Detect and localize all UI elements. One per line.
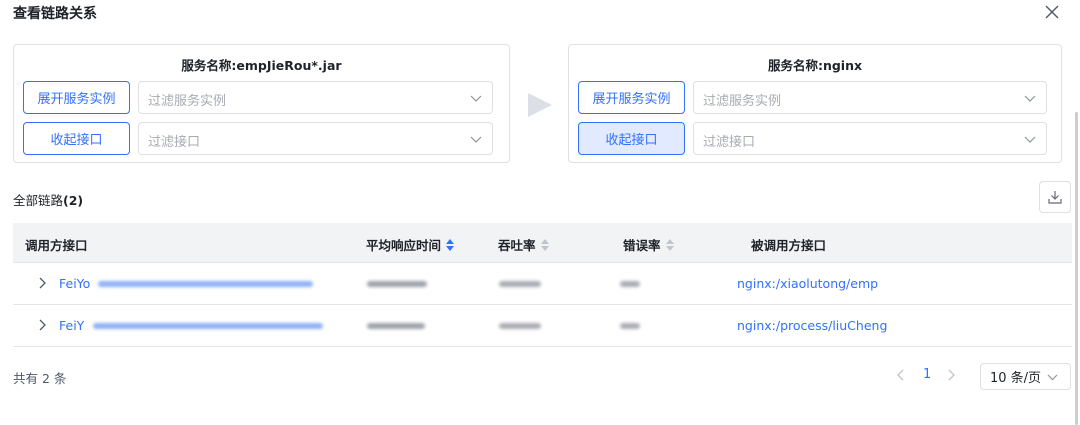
redacted-text — [620, 323, 640, 329]
chevron-right-icon[interactable] — [946, 368, 956, 382]
column-throughput[interactable]: 吞吐率 — [498, 235, 549, 254]
callee-expand-instances-button[interactable]: 展开服务实例 — [578, 81, 685, 114]
download-button[interactable] — [1039, 181, 1071, 213]
callee-instance-filter-select[interactable]: 过滤服务实例 — [693, 81, 1047, 114]
chevron-down-icon — [1047, 374, 1058, 380]
close-icon[interactable] — [1040, 0, 1064, 24]
chevron-down-icon — [470, 95, 482, 102]
page-size-value: 10 条/页 — [990, 371, 1042, 386]
page-size-select[interactable]: 10 条/页 — [980, 363, 1071, 390]
column-error-rate[interactable]: 错误率 — [623, 235, 674, 254]
callee-interface-filter-select[interactable]: 过滤接口 — [693, 122, 1047, 155]
table-row[interactable]: FeiY nginx:/process/liuCheng — [13, 305, 1072, 347]
caller-expand-instances-button[interactable]: 展开服务实例 — [23, 81, 130, 114]
callee-service-name: 服务名称:nginx — [767, 58, 863, 73]
column-caller-interface: 调用方接口 — [25, 238, 88, 253]
chevron-down-icon — [1024, 136, 1036, 143]
callee-interface-filter-placeholder: 过滤接口 — [703, 135, 756, 150]
vertical-scrollbar[interactable] — [1075, 112, 1078, 425]
all-links-count: (2) — [63, 193, 84, 208]
caller-instance-filter-select[interactable]: 过滤服务实例 — [138, 81, 493, 114]
chevron-down-icon — [470, 136, 482, 143]
callee-interface-link[interactable]: nginx:/process/liuCheng — [737, 318, 887, 333]
chevron-right-icon[interactable] — [37, 319, 47, 331]
column-avg-response-time[interactable]: 平均响应时间 — [366, 235, 455, 254]
caller-service-panel: 服务名称:empJieRou*.jar 展开服务实例 过滤服务实例 收起接口 过… — [13, 44, 510, 163]
caller-interface-link[interactable]: FeiYo — [59, 276, 90, 291]
caller-interface-filter-select[interactable]: 过滤接口 — [138, 122, 493, 155]
dialog-title: 查看链路关系 — [13, 6, 97, 22]
redacted-text — [499, 323, 541, 329]
redacted-text — [98, 281, 313, 287]
redacted-text — [93, 323, 323, 329]
download-icon — [1048, 191, 1062, 204]
chevron-left-icon[interactable] — [896, 368, 906, 382]
chevron-down-icon — [1024, 95, 1036, 102]
table-header: 调用方接口 平均响应时间 吞吐率 错误率 被调用方接口 — [13, 223, 1072, 263]
column-callee-interface: 被调用方接口 — [751, 238, 827, 253]
sort-icon[interactable] — [540, 238, 549, 251]
table-row[interactable]: FeiYo nginx:/xiaolutong/emp — [13, 263, 1072, 305]
sort-icon[interactable] — [446, 238, 455, 251]
callee-instance-filter-placeholder: 过滤服务实例 — [703, 94, 782, 109]
chevron-right-icon[interactable] — [37, 277, 47, 289]
caller-instance-filter-placeholder: 过滤服务实例 — [148, 94, 227, 109]
callee-service-panel: 服务名称:nginx 展开服务实例 过滤服务实例 收起接口 过滤接口 — [568, 44, 1062, 163]
caller-service-name: 服务名称:empJieRou*.jar — [181, 58, 342, 73]
sort-icon[interactable] — [665, 238, 674, 251]
callee-collapse-interfaces-button[interactable]: 收起接口 — [578, 122, 685, 155]
all-links-label: 全部链路(2) — [13, 190, 83, 209]
caller-collapse-interfaces-button[interactable]: 收起接口 — [23, 122, 130, 155]
redacted-text — [367, 281, 427, 287]
total-count: 共有 2 条 — [13, 371, 67, 386]
play-arrow-icon — [528, 93, 552, 117]
all-links-text: 全部链路 — [13, 193, 64, 208]
redacted-text — [620, 281, 640, 287]
page-number-button[interactable]: 1 — [923, 367, 931, 382]
caller-interface-link[interactable]: FeiY — [59, 318, 84, 333]
caller-interface-filter-placeholder: 过滤接口 — [148, 135, 201, 150]
redacted-text — [367, 323, 425, 329]
redacted-text — [499, 281, 541, 287]
callee-interface-link[interactable]: nginx:/xiaolutong/emp — [737, 276, 878, 291]
